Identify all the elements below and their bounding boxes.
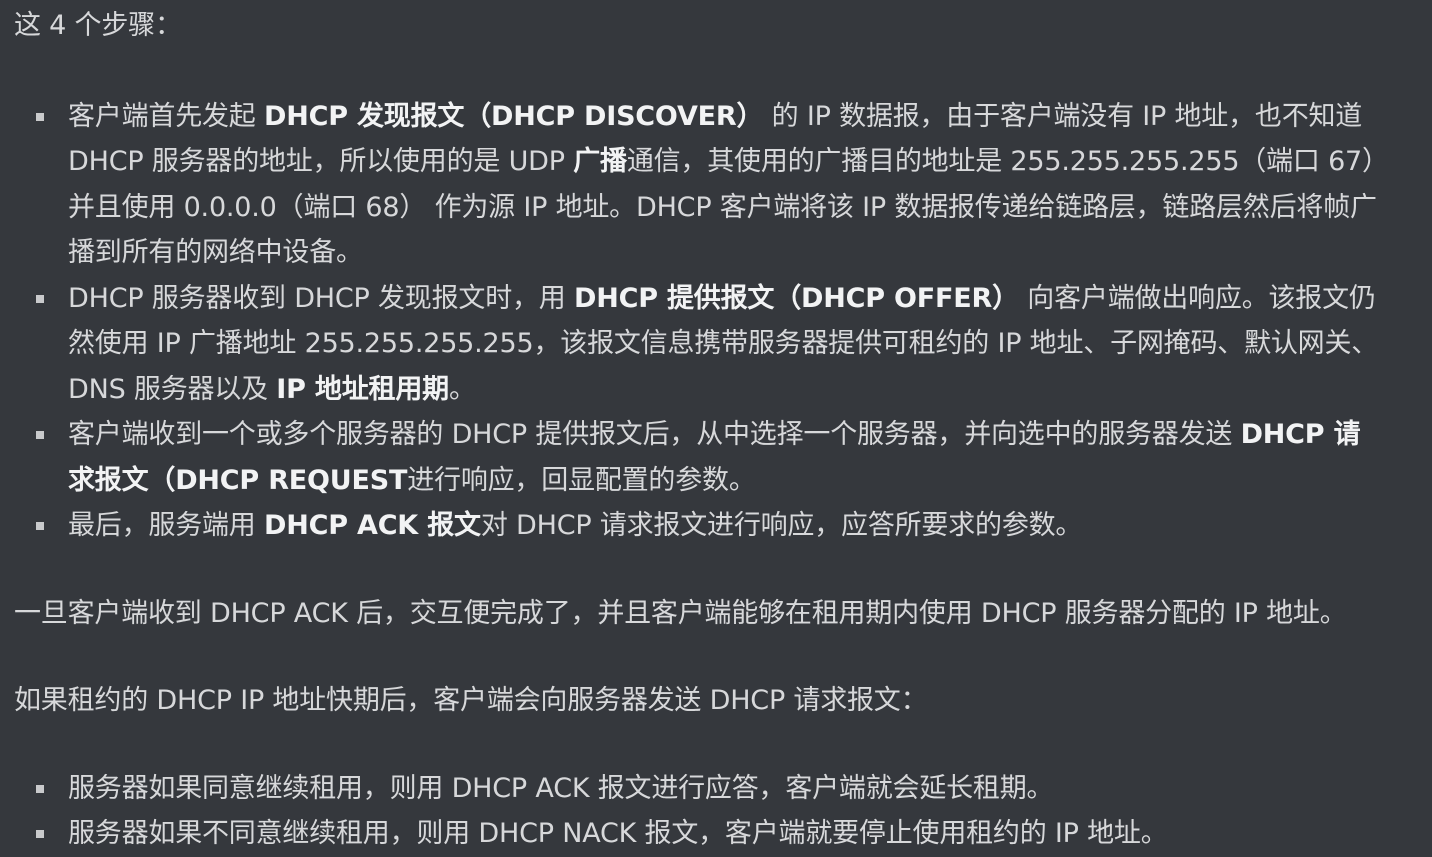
bold-term: IP 地址租用期 — [276, 373, 449, 405]
renew-item-reject: 服务器如果不同意继续租用，则用 DHCP NACK 报文，客户端就要停止使用租约… — [36, 811, 1424, 857]
text-line: DHCP 服务器的地址，所以使用的是 UDP 广播通信，其使用的广播目的地址是 … — [68, 139, 1424, 185]
dhcp-steps-list: 客户端首先发起 DHCP 发现报文（DHCP DISCOVER） 的 IP 数据… — [14, 94, 1424, 549]
bold-term: DHCP 发现报文（DHCP DISCOVER） — [263, 100, 764, 132]
ack-paragraph: 一旦客户端收到 DHCP ACK 后，交互便完成了，并且客户端能够在租用期内使用… — [14, 597, 1347, 629]
text-line: 然使用 IP 广播地址 255.255.255.255，该报文信息携带服务器提供… — [68, 321, 1424, 367]
text-segment: 客户端收到一个或多个服务器的 DHCP 提供报文后，从中选择一个服务器，并向选中… — [68, 419, 1241, 450]
text-segment: DHCP 服务器收到 DHCP 发现报文时，用 — [68, 282, 574, 314]
text-segment: 最后，服务端用 — [68, 510, 264, 541]
text-segment: DHCP 服务器的地址，所以使用的是 UDP — [68, 146, 574, 177]
text-segment: 客户端首先发起 — [68, 100, 264, 132]
text-segment: 进行响应，回显配置的参数。 — [407, 464, 756, 496]
bold-term: 广播 — [573, 146, 627, 177]
text-line: 求报文（DHCP REQUEST进行响应，回显配置的参数。 — [68, 458, 1424, 504]
text-line: 播到所有的网络中设备。 — [68, 230, 1424, 276]
text-segment: 的 IP 数据报，由于客户端没有 IP 地址，也不知道 — [763, 100, 1363, 132]
text-line: DHCP 服务器收到 DHCP 发现报文时，用 DHCP 提供报文（DHCP O… — [68, 276, 1424, 322]
text-line: 客户端首先发起 DHCP 发现报文（DHCP DISCOVER） 的 IP 数据… — [68, 94, 1424, 140]
step-item-ack: 最后，服务端用 DHCP ACK 报文对 DHCP 请求报文进行响应，应答所要求… — [36, 503, 1424, 549]
text-line: 服务器如果不同意继续租用，则用 DHCP NACK 报文，客户端就要停止使用租约… — [68, 818, 1168, 849]
text-segment: DNS 服务器以及 — [68, 373, 277, 405]
square-bullet-icon — [36, 431, 44, 439]
bold-term: DHCP 提供报文（DHCP OFFER） — [574, 282, 1019, 314]
intro-text: 这 4 个步骤： — [14, 10, 182, 41]
text-segment: 播到所有的网络中设备。 — [68, 237, 363, 268]
renew-outcomes-list: 服务器如果同意继续租用，则用 DHCP ACK 报文进行应答，客户端就会延长租期… — [14, 766, 1424, 857]
text-segment: 然使用 IP 广播地址 255.255.255.255，该报文信息携带服务器提供… — [68, 328, 1379, 359]
square-bullet-icon — [36, 830, 44, 838]
square-bullet-icon — [36, 294, 44, 303]
text-segment: 对 DHCP 请求报文进行响应，应答所要求的参数。 — [480, 510, 1083, 541]
step-item-request: 客户端收到一个或多个服务器的 DHCP 提供报文后，从中选择一个服务器，并向选中… — [36, 412, 1424, 504]
text-line: 并且使用 0.0.0.0（端口 68） 作为源 IP 地址。DHCP 客户端将该… — [68, 185, 1424, 231]
square-bullet-icon — [36, 784, 44, 793]
renew-item-accept: 服务器如果同意继续租用，则用 DHCP ACK 报文进行应答，客户端就会延长租期… — [36, 766, 1424, 812]
step-item-discover: 客户端首先发起 DHCP 发现报文（DHCP DISCOVER） 的 IP 数据… — [36, 94, 1424, 276]
text-line: 最后，服务端用 DHCP ACK 报文对 DHCP 请求报文进行响应，应答所要求… — [68, 503, 1424, 549]
document-body: 这 4 个步骤： 客户端首先发起 DHCP 发现报文（DHCP DISCOVER… — [14, 3, 1424, 857]
text-line: 客户端收到一个或多个服务器的 DHCP 提供报文后，从中选择一个服务器，并向选中… — [68, 412, 1424, 458]
text-segment: 通信，其使用的广播目的地址是 255.255.255.255（端口 67） — [626, 146, 1389, 177]
bold-term: DHCP ACK 报文 — [263, 510, 481, 541]
square-bullet-icon — [36, 112, 44, 121]
text-segment: 并且使用 0.0.0.0（端口 68） 作为源 IP 地址。DHCP 客户端将该… — [68, 191, 1377, 223]
text-line: 服务器如果同意继续租用，则用 DHCP ACK 报文进行应答，客户端就会延长租期… — [68, 772, 1054, 804]
step-item-offer: DHCP 服务器收到 DHCP 发现报文时，用 DHCP 提供报文（DHCP O… — [36, 276, 1424, 413]
renew-paragraph: 如果租约的 DHCP IP 地址快期后，客户端会向服务器发送 DHCP 请求报文… — [14, 685, 928, 716]
square-bullet-icon — [36, 522, 44, 530]
bold-term: DHCP 请 — [1240, 419, 1361, 450]
text-segment: 向客户端做出响应。该报文仍 — [1018, 282, 1376, 314]
text-segment: 。 — [448, 373, 476, 405]
text-line: DNS 服务器以及 IP 地址租用期。 — [68, 367, 1424, 413]
bold-term: 求报文（DHCP REQUEST — [68, 464, 408, 496]
